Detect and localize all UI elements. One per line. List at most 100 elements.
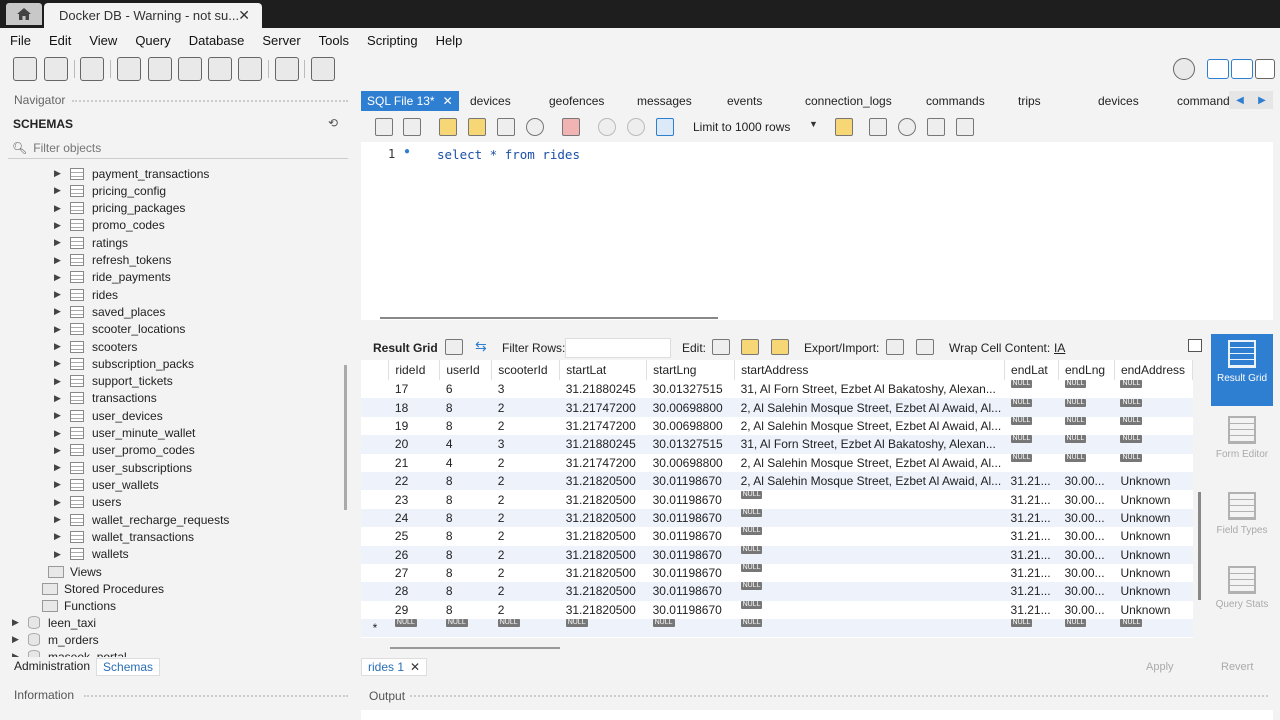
expand-arrow-icon[interactable]: ▶ — [54, 479, 64, 490]
table-cell[interactable]: 30.01327515 — [647, 380, 735, 398]
table-cell[interactable]: 2 — [492, 454, 560, 472]
expand-arrow-icon[interactable]: ▶ — [54, 203, 64, 214]
tree-item-table[interactable]: ▶ users — [54, 494, 121, 511]
tree-item-table[interactable]: ▶ payment_transactions — [54, 165, 209, 182]
beautify-icon[interactable] — [869, 118, 887, 136]
toggle-continue-on-error-icon[interactable] — [562, 118, 580, 136]
table-row[interactable]: 19 8 2 31.21747200 30.00698800 2, Al Salehin … — [361, 416, 1193, 435]
table-cell[interactable]: 30.01198670 — [646, 508, 735, 528]
result-tab[interactable]: rides 1 ✕ — [361, 658, 428, 676]
table-cell[interactable]: 30.00... — [1059, 601, 1115, 619]
null-cell[interactable]: NULL — [559, 619, 647, 638]
table-cell[interactable]: 8 — [439, 471, 492, 491]
table-cell[interactable]: 25 — [389, 527, 440, 545]
menu-tools[interactable]: Tools — [319, 33, 358, 48]
table-cell[interactable]: 20 — [388, 435, 440, 454]
table-row[interactable]: 18 8 2 31.21747200 30.00698800 2, Al Salehin … — [361, 398, 1193, 417]
table-cell[interactable]: 31.21... — [1004, 508, 1059, 528]
table-cell[interactable]: 17 — [389, 380, 440, 398]
filter-objects-input[interactable] — [33, 140, 334, 155]
close-icon[interactable]: ✕ — [410, 660, 420, 674]
table-cell[interactable]: 30.00... — [1058, 471, 1115, 491]
table-cell[interactable]: 30.00... — [1058, 545, 1115, 564]
table-row[interactable]: 23 8 2 31.21820500 30.01198670 NULL 31.21... 30… — [361, 490, 1193, 508]
null-cell[interactable]: NULL — [1058, 398, 1115, 417]
null-cell[interactable]: NULL — [1005, 453, 1059, 472]
commit-icon[interactable] — [598, 118, 616, 136]
expand-arrow-icon[interactable]: ▶ — [54, 376, 64, 387]
table-cell[interactable]: 31.21820500 — [560, 564, 647, 582]
table-cell[interactable]: Unknown — [1114, 545, 1193, 564]
null-cell[interactable]: NULL — [1059, 453, 1115, 472]
null-cell[interactable]: NULL — [1005, 380, 1059, 398]
null-cell[interactable]: NULL — [734, 582, 1005, 601]
table-cell[interactable]: 4 — [440, 454, 492, 472]
tree-item-table[interactable]: ▶ pricing_config — [54, 182, 166, 199]
table-cell[interactable]: 8 — [439, 582, 492, 601]
table-cell[interactable]: 30.01198670 — [647, 601, 735, 619]
tree-item-table[interactable]: ▶ saved_places — [54, 303, 165, 320]
table-cell[interactable]: 31, Al Forn Street, Ezbet Al Bakatoshy, … — [734, 435, 1005, 454]
table-cell[interactable]: 4 — [439, 435, 492, 454]
connection-tab[interactable]: Docker DB - Warning - not su... ✕ — [44, 3, 262, 28]
table-cell[interactable]: 31.21820500 — [559, 582, 647, 601]
expand-arrow-icon[interactable]: ▶ — [54, 289, 64, 300]
row-gutter[interactable] — [361, 508, 389, 528]
null-cell[interactable]: NULL — [1114, 398, 1193, 417]
expand-arrow-icon[interactable]: ▶ — [54, 497, 64, 508]
open-sql-script-icon[interactable] — [44, 57, 68, 81]
expand-arrow-icon[interactable]: ▶ — [54, 358, 64, 369]
field-types-button[interactable]: Field Types — [1211, 486, 1273, 558]
result-grid-button[interactable]: Result Grid — [1211, 334, 1273, 406]
table-cell[interactable]: 30.00... — [1058, 508, 1115, 528]
table-cell[interactable]: Unknown — [1114, 601, 1192, 619]
table-cell[interactable]: 29 — [389, 601, 440, 619]
grid-view-icon[interactable] — [445, 339, 463, 355]
null-cell[interactable]: NULL — [1114, 380, 1192, 398]
row-gutter[interactable] — [361, 380, 389, 398]
expand-arrow-icon[interactable]: ▶ — [12, 634, 22, 645]
null-cell[interactable]: NULL — [1004, 619, 1059, 638]
expand-arrow-icon[interactable]: ▶ — [54, 549, 64, 560]
null-cell[interactable]: NULL — [735, 490, 1005, 508]
table-cell[interactable]: 31.21820500 — [559, 471, 647, 491]
insert-row-icon[interactable] — [741, 339, 759, 355]
tree-folder-functions[interactable]: Functions — [42, 597, 116, 614]
tab-geofences[interactable]: geofences — [549, 91, 604, 111]
table-cell[interactable]: 31.21880245 — [560, 380, 647, 398]
null-cell[interactable]: NULL — [1058, 619, 1115, 638]
table-cell[interactable]: 31.21820500 — [560, 490, 647, 508]
table-cell[interactable]: 2 — [491, 398, 560, 417]
table-row[interactable]: 20 4 3 31.21880245 30.01327515 31, Al Forn St… — [361, 435, 1193, 454]
table-cell[interactable]: 30.01198670 — [646, 471, 735, 491]
expand-arrow-icon[interactable]: ▶ — [54, 341, 64, 352]
tree-schema[interactable]: ▶ maseek_portal — [12, 648, 127, 657]
table-row[interactable]: 25 8 2 31.21820500 30.01198670 NULL 31.21... 30… — [361, 527, 1193, 545]
tree-item-table[interactable]: ▶ wallet_recharge_requests — [54, 511, 229, 528]
editor-scrollbar[interactable] — [380, 317, 718, 319]
table-cell[interactable]: 31.21... — [1004, 471, 1059, 491]
tree-item-table[interactable]: ▶ user_wallets — [54, 476, 159, 493]
tree-item-table[interactable]: ▶ ride_payments — [54, 269, 171, 286]
table-cell[interactable]: 6 — [440, 380, 492, 398]
null-cell[interactable]: NULL — [646, 619, 735, 638]
table-cell[interactable]: 31.21747200 — [560, 454, 647, 472]
null-cell[interactable]: NULL — [734, 545, 1005, 564]
tree-schema[interactable]: ▶ m_orders — [12, 631, 99, 648]
table-cell[interactable]: 31.21... — [1005, 490, 1059, 508]
expand-arrow-icon[interactable]: ▶ — [54, 220, 64, 231]
menu-server[interactable]: Server — [262, 33, 309, 48]
tab-administration[interactable]: Administration — [8, 658, 96, 676]
table-cell[interactable]: 28 — [388, 582, 440, 601]
table-cell[interactable]: 30.00698800 — [647, 417, 735, 435]
table-cell[interactable]: 30.01198670 — [646, 582, 735, 601]
tab-command[interactable]: command — [1177, 91, 1229, 111]
table-cell[interactable]: 3 — [491, 435, 560, 454]
tab-sql-file[interactable]: SQL File 13* ✕ — [361, 91, 459, 111]
column-header[interactable]: rideId — [388, 360, 441, 380]
expand-arrow-icon[interactable]: ▶ — [54, 428, 64, 439]
close-icon[interactable]: ✕ — [443, 94, 453, 108]
menu-help[interactable]: Help — [436, 33, 472, 48]
invisible-chars-icon[interactable] — [927, 118, 945, 136]
expand-arrow-icon[interactable]: ▶ — [54, 410, 64, 421]
